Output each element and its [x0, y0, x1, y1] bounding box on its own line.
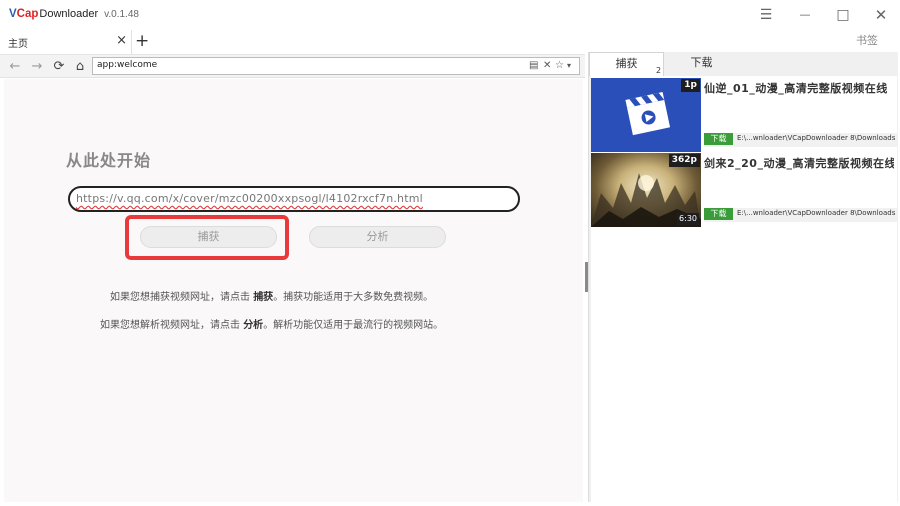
download-row: 下载 E:\...wnloader\VCapDownloader 8\Downl…	[704, 133, 897, 147]
bookmark-star-icon[interactable]: ☆	[555, 59, 564, 73]
resolution-badge: 362p	[668, 154, 700, 167]
home-icon[interactable]: ⌂	[71, 58, 89, 76]
tab-home[interactable]: 主页 ×	[0, 30, 132, 54]
tab-home-label: 主页	[8, 39, 28, 50]
welcome-page: 从此处开始 https://v.qq.com/x/cover/mzc00200x…	[4, 79, 583, 502]
app-logo: V Cap Downloader v.0.1.48	[9, 8, 139, 20]
clear-address-icon[interactable]: ✕	[543, 59, 551, 73]
download-button[interactable]: 下载	[704, 133, 733, 145]
list-item[interactable]: 1p 仙逆_01_动漫_高清完整版视频在线 下载 E:\...wnloader\…	[591, 78, 897, 152]
page-title: 从此处开始	[66, 151, 152, 170]
video-url-value: https://v.qq.com/x/cover/mzc00200xxpsogl…	[76, 192, 423, 205]
tab-capture-label: 捕获	[615, 57, 638, 70]
video-title: 剑来2_20_动漫_高清完整版视频在线	[704, 157, 894, 170]
address-text: app:welcome	[97, 60, 158, 70]
back-icon[interactable]: ←	[6, 58, 24, 76]
tab-strip: 主页 × + 书签	[0, 30, 900, 54]
close-window-icon[interactable]: ✕	[869, 4, 893, 26]
minimize-icon[interactable]: —	[793, 4, 817, 26]
new-tab-button[interactable]: +	[135, 31, 149, 51]
maximize-icon[interactable]: □	[831, 4, 855, 26]
app-version: v.0.1.48	[104, 9, 139, 20]
logo-v: V	[9, 8, 17, 20]
video-thumbnail: 362p 6:30	[591, 153, 701, 227]
address-bar[interactable]: app:welcome ▤ ✕ ☆ ▾	[92, 57, 580, 75]
navigation-bar: ← → ⟳ ⌂ app:welcome ▤ ✕ ☆ ▾	[0, 54, 585, 78]
capture-count-badge: 2	[656, 66, 662, 75]
download-row: 下载 E:\...wnloader\VCapDownloader 8\Downl…	[704, 208, 897, 222]
menu-icon[interactable]: ☰	[754, 4, 778, 26]
analyze-button[interactable]: 分析	[309, 226, 446, 248]
video-title: 仙逆_01_动漫_高清完整版视频在线	[704, 82, 888, 95]
title-bar: V Cap Downloader v.0.1.48 ☰ — □ ✕	[0, 0, 900, 30]
logo-cap: Cap	[16, 8, 39, 20]
analyze-hint: 如果您想解析视频网址，请点击 分析。解析功能仅适用于最流行的视频网站。	[100, 320, 444, 331]
tab-close-icon[interactable]: ×	[116, 33, 127, 49]
download-button[interactable]: 下载	[704, 208, 733, 220]
video-duration: 6:30	[677, 213, 699, 225]
capture-button[interactable]: 捕获	[140, 226, 277, 248]
logo-downloader: Downloader	[39, 8, 99, 20]
download-path: E:\...wnloader\VCapDownloader 8\Download…	[737, 134, 895, 142]
bookmarks-button[interactable]: 书签	[856, 32, 878, 48]
capture-panel: 捕获 2 下载 1p 仙逆_01_动漫_高清完整版视频在线 下载 E:\...w…	[588, 52, 898, 502]
tab-download[interactable]: 下载	[664, 52, 739, 76]
captured-list: 1p 仙逆_01_动漫_高清完整版视频在线 下载 E:\...wnloader\…	[591, 76, 897, 502]
list-item[interactable]: 362p 6:30 剑来2_20_动漫_高清完整版视频在线 下载 E:\...w…	[591, 153, 897, 227]
reload-icon[interactable]: ⟳	[50, 58, 68, 76]
video-url-input[interactable]: https://v.qq.com/x/cover/mzc00200xxpsogl…	[68, 186, 520, 212]
tab-capture[interactable]: 捕获	[589, 52, 664, 76]
forward-icon[interactable]: →	[28, 58, 46, 76]
tab-download-label: 下载	[690, 56, 713, 69]
capture-hint: 如果您想捕获视频网址，请点击 捕获。捕获功能适用于大多数免费视频。	[110, 292, 434, 303]
reader-icon[interactable]: ▤	[529, 59, 538, 73]
dropdown-chevron-icon[interactable]: ▾	[567, 59, 571, 73]
download-path: E:\...wnloader\VCapDownloader 8\Download…	[737, 209, 895, 217]
resolution-badge: 1p	[681, 79, 700, 92]
video-thumbnail: 1p	[591, 78, 701, 152]
